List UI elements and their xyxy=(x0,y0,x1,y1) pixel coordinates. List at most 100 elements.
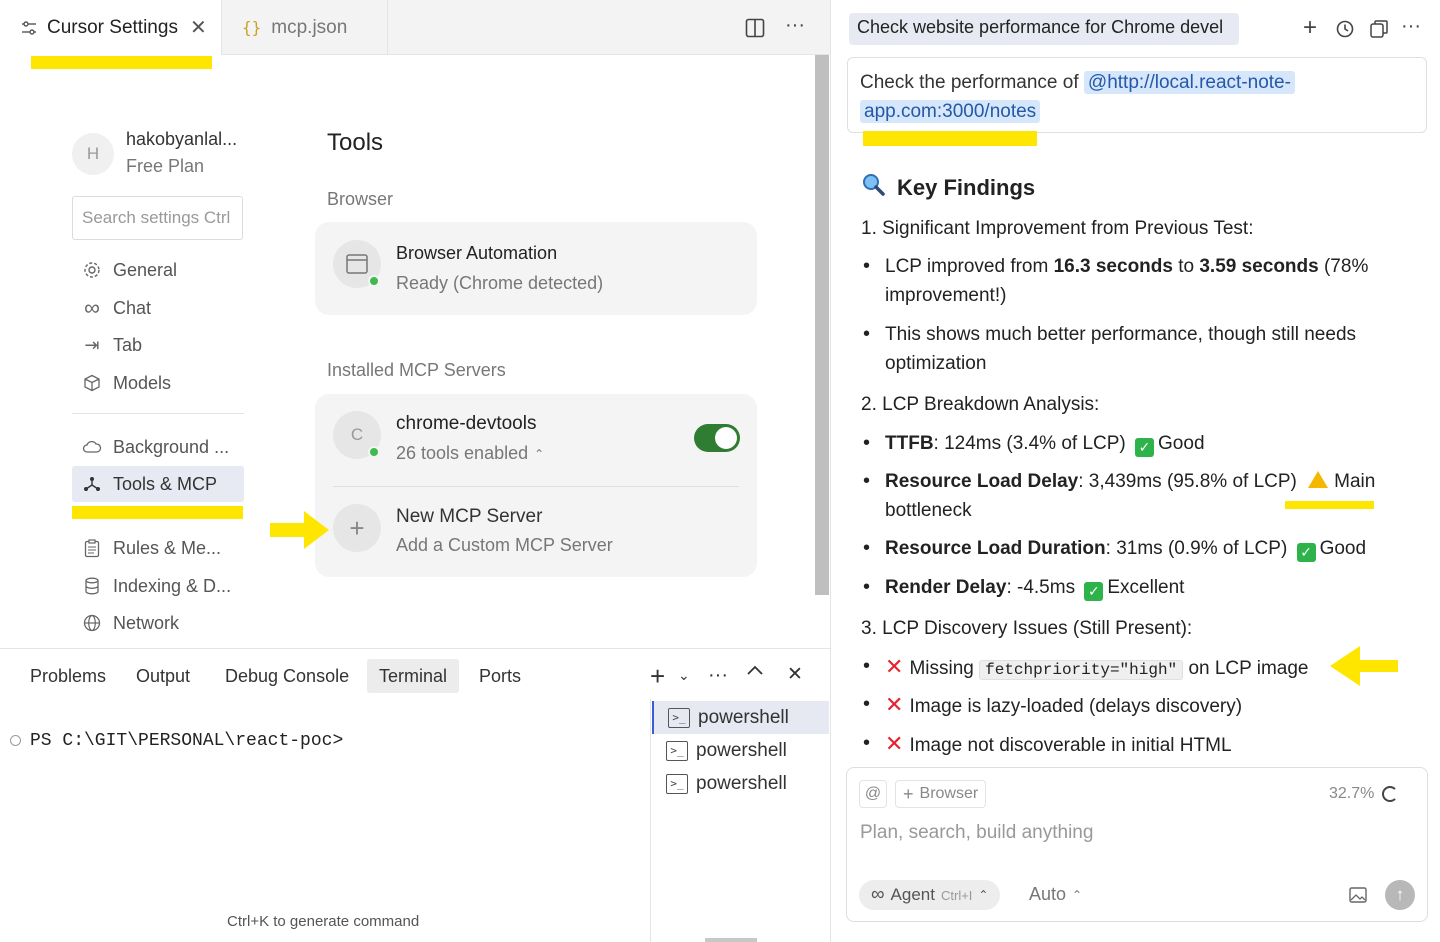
url-mention[interactable]: app.com:3000/notes xyxy=(860,100,1041,123)
sidebar-item-chat[interactable]: ∞ Chat xyxy=(72,290,244,326)
page-title: Tools xyxy=(327,129,384,156)
chat-title-tab[interactable]: Check website performance for Chrome dev… xyxy=(849,13,1239,45)
terminal-instance[interactable]: >_ powershell xyxy=(652,767,829,800)
editor-tab-bar: Cursor Settings ✕ {} mcp.json ··· xyxy=(0,0,830,55)
context-usage: 32.7% xyxy=(1322,780,1405,808)
horizontal-scrollbar[interactable] xyxy=(705,938,757,942)
gear-icon xyxy=(81,259,103,281)
cross-mark-icon: ✕ xyxy=(885,654,904,679)
cloud-icon xyxy=(81,436,103,458)
chat-input[interactable]: Plan, search, build anything xyxy=(860,822,1093,844)
user-message[interactable]: Check the performance of @http://local.r… xyxy=(847,57,1427,133)
url-mention[interactable]: @http://local.react-note- xyxy=(1083,71,1295,94)
globe-icon xyxy=(81,612,103,634)
more-actions-icon[interactable]: ··· xyxy=(1401,15,1421,38)
value-before: 16.3 seconds xyxy=(1053,256,1173,277)
new-chat-icon[interactable]: + xyxy=(1303,14,1317,42)
section-heading-2: 2. LCP Breakdown Analysis: xyxy=(861,394,1100,415)
clipboard-icon xyxy=(81,537,103,559)
chevron-down-icon[interactable]: ⌄ xyxy=(678,667,690,684)
close-icon[interactable]: ✕ xyxy=(190,15,207,40)
terminal-prompt[interactable]: PS C:\GIT\PERSONAL\react-poc> xyxy=(30,731,343,751)
metric-value: : 3,439ms (95.8% of LCP) xyxy=(1078,471,1297,492)
metric-status: Main xyxy=(1334,471,1376,492)
terminal-list-divider xyxy=(650,699,651,942)
text: (78% xyxy=(1318,256,1369,277)
sidebar-item-label: Tab xyxy=(113,334,143,355)
highlight-underline-url xyxy=(863,131,1037,146)
text: Image is lazy-loaded (delays discovery) xyxy=(909,696,1243,717)
search-placeholder: Search settings Ctrl xyxy=(82,208,231,227)
text: Image not discoverable in initial HTML xyxy=(909,735,1232,756)
new-server-subtitle: Add a Custom MCP Server xyxy=(396,535,613,555)
metric-status: Good xyxy=(1158,433,1205,454)
terminal-instance[interactable]: >_ powershell xyxy=(652,734,829,767)
status-dot xyxy=(368,446,380,458)
mode-label: Agent xyxy=(890,885,935,904)
mode-shortcut: Ctrl+I xyxy=(940,887,973,903)
section-heading-browser: Browser xyxy=(327,189,394,209)
tab-problems[interactable]: Problems xyxy=(18,659,118,693)
metric-label: Resource Load Duration xyxy=(885,538,1106,559)
terminal-icon: >_ xyxy=(666,773,688,794)
model-selector[interactable]: Auto ⌃ xyxy=(1029,884,1082,905)
server-tools-dropdown[interactable]: 26 tools enabled ⌃ xyxy=(396,443,544,464)
avatar: H xyxy=(72,133,114,175)
terminal-icon: >_ xyxy=(666,740,688,761)
tab-debug-console[interactable]: Debug Console xyxy=(213,659,361,693)
more-actions-icon[interactable]: ··· xyxy=(785,14,805,37)
status-dot xyxy=(368,275,380,287)
sidebar-item-label: Background ... xyxy=(113,436,230,457)
json-braces-icon: {} xyxy=(242,18,262,37)
sidebar-item-tools-mcp[interactable]: Tools & MCP xyxy=(72,466,244,502)
browser-context-chip[interactable]: + Browser xyxy=(895,780,987,808)
tab-ports[interactable]: Ports xyxy=(467,659,533,693)
settings-search-input[interactable]: Search settings Ctrl xyxy=(72,196,243,240)
metric-label: Resource Load Delay xyxy=(885,471,1079,492)
sidebar-item-rules[interactable]: Rules & Me... xyxy=(72,530,244,566)
mention-button[interactable]: @ xyxy=(859,780,887,808)
magnifier-icon xyxy=(861,172,885,203)
sidebar-item-network[interactable]: Network xyxy=(72,605,244,641)
send-button[interactable]: ↑ xyxy=(1385,880,1415,910)
sidebar-item-tab[interactable]: ⇥ Tab xyxy=(72,327,244,363)
terminal-instance[interactable]: >_ powershell xyxy=(652,701,829,734)
sidebar-item-indexing[interactable]: Indexing & D... xyxy=(72,568,244,604)
model-label: Auto xyxy=(1029,884,1067,904)
sidebar-item-general[interactable]: General xyxy=(72,252,244,288)
split-editor-icon[interactable] xyxy=(745,18,765,38)
plus-icon[interactable]: + xyxy=(333,504,381,552)
sidebar-item-background[interactable]: Background ... xyxy=(72,429,244,465)
tab-terminal[interactable]: Terminal xyxy=(367,659,460,693)
server-enable-toggle[interactable] xyxy=(694,424,740,452)
highlight-underline-tab xyxy=(31,56,212,69)
list-item: Resource Load Delay: 3,439ms (95.8% of L… xyxy=(861,467,1381,525)
new-terminal-icon[interactable]: + xyxy=(650,661,665,692)
sidebar-item-label: Tools & MCP xyxy=(113,473,218,494)
new-server-title[interactable]: New MCP Server xyxy=(396,506,542,528)
warning-icon xyxy=(1308,471,1329,488)
copy-chat-icon[interactable] xyxy=(1369,19,1389,44)
findings-title: Key Findings xyxy=(897,175,1036,200)
tab-cursor-settings[interactable]: Cursor Settings ✕ xyxy=(0,0,222,55)
sidebar-item-models[interactable]: Models xyxy=(72,365,244,401)
list-item: ✕Image not discoverable in initial HTML xyxy=(861,729,1381,760)
agent-mode-selector[interactable]: ∞ Agent Ctrl+I ⌃ xyxy=(859,880,1001,910)
server-tools-count: 26 tools enabled xyxy=(396,443,529,463)
image-attach-icon[interactable] xyxy=(1349,887,1367,908)
database-icon xyxy=(81,575,103,597)
more-actions-icon[interactable]: ··· xyxy=(708,664,728,687)
highlight-underline-main xyxy=(1285,501,1374,509)
chat-composer: @ + Browser 32.7% Plan, search, build an… xyxy=(846,767,1428,922)
tab-output[interactable]: Output xyxy=(124,659,202,693)
tab-mcp-json[interactable]: {} mcp.json xyxy=(222,0,388,55)
list-item: Resource Load Duration: 31ms (0.9% of LC… xyxy=(861,534,1381,563)
close-panel-icon[interactable]: ✕ xyxy=(787,663,803,686)
maximize-panel-icon[interactable] xyxy=(746,663,764,681)
mcp-servers-card: C chrome-devtools 26 tools enabled ⌃ + N… xyxy=(315,394,757,577)
history-icon[interactable] xyxy=(1335,19,1355,44)
editor-area: Cursor Settings ✕ {} mcp.json ··· H hako… xyxy=(0,0,830,942)
settings-scrollbar[interactable] xyxy=(815,55,829,595)
metric-value: : 31ms (0.9% of LCP) xyxy=(1105,538,1288,559)
cross-mark-icon: ✕ xyxy=(885,692,904,717)
